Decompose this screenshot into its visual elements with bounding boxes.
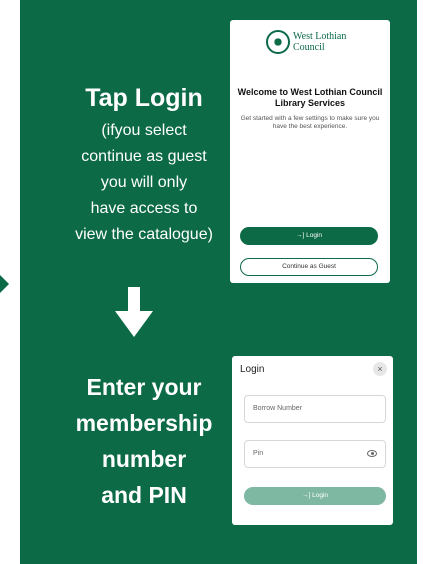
welcome-title: Welcome to West Lothian Council Library … xyxy=(237,87,383,108)
logo-text-line2: Council xyxy=(293,42,325,53)
eye-icon[interactable] xyxy=(367,450,377,457)
step1-title: Tap Login xyxy=(85,84,203,112)
login-button-label: Login xyxy=(306,232,323,239)
step2-line: Enter your xyxy=(86,374,202,400)
step1-line: continue as guest xyxy=(81,148,207,165)
welcome-description: Get started with a few settings to make … xyxy=(240,115,380,130)
step1-line: you will only xyxy=(100,174,188,191)
borrow-number-field[interactable]: Borrow Number xyxy=(244,395,386,423)
step1-line: have access to xyxy=(90,200,198,217)
step1-line: (ifyou select xyxy=(101,122,187,139)
instruction-panel: Tap Login (ifyou select continue as gues… xyxy=(20,0,417,564)
step1-description: (ifyou select continue as guest you will… xyxy=(44,118,244,248)
pin-placeholder: Pin xyxy=(253,450,264,457)
login-button[interactable]: →] Login xyxy=(240,227,378,245)
close-icon[interactable]: × xyxy=(373,362,387,376)
left-arrow-indicator xyxy=(0,275,9,293)
continue-as-guest-button[interactable]: Continue as Guest xyxy=(240,258,378,276)
step2-line: and PIN xyxy=(101,482,187,508)
step1-line: view the catalogue) xyxy=(75,226,213,243)
login-submit-label: Login xyxy=(312,492,329,499)
logo-text-line1: West Lothian xyxy=(293,31,347,42)
login-icon: →] xyxy=(295,232,305,239)
step2-line: number xyxy=(101,446,187,472)
login-icon: →] xyxy=(301,492,311,499)
login-dialog-title: Login xyxy=(240,364,265,375)
logo-text: West Lothian Council xyxy=(293,31,346,53)
council-crest-icon xyxy=(266,30,290,54)
council-logo: West Lothian Council xyxy=(266,30,366,54)
login-screen-card: Login × Borrow Number Pin →] Login xyxy=(232,356,393,525)
down-arrow-icon xyxy=(115,287,153,337)
login-submit-button[interactable]: →] Login xyxy=(244,487,386,505)
pin-field[interactable]: Pin xyxy=(244,440,386,468)
step2-description: Enter your membership number and PIN xyxy=(44,369,244,513)
step2-line: membership xyxy=(75,410,213,436)
welcome-screen-card: West Lothian Council Welcome to West Lot… xyxy=(230,20,390,283)
borrow-number-placeholder: Borrow Number xyxy=(253,405,303,412)
